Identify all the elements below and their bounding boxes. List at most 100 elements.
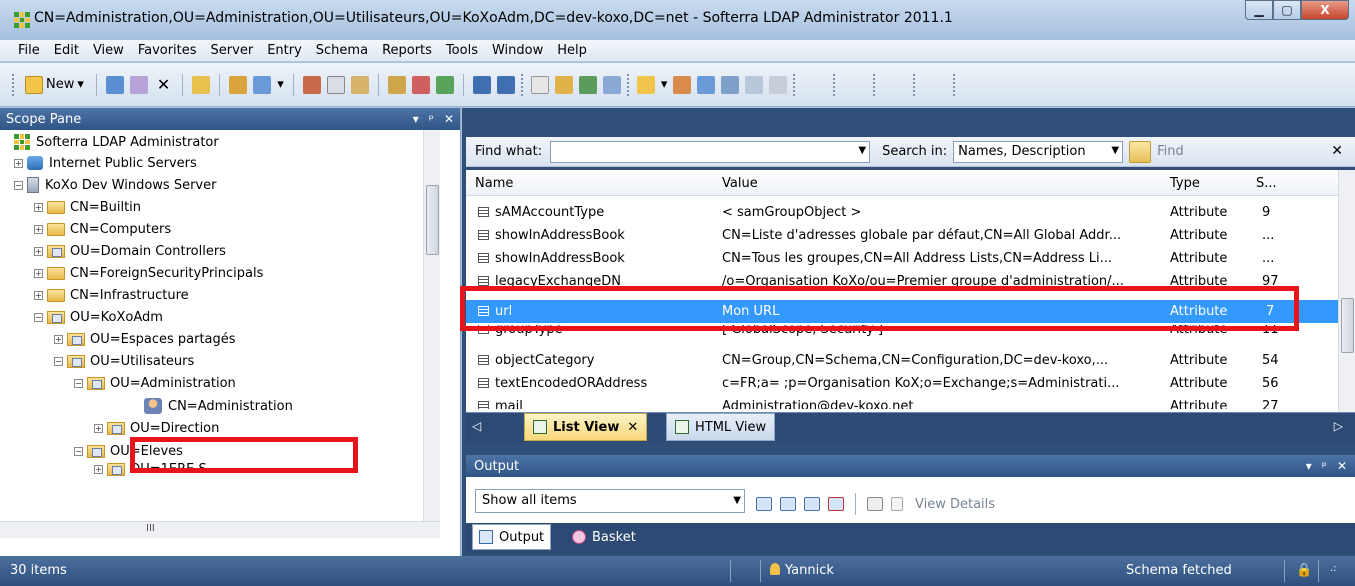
column-name[interactable]: Name bbox=[475, 176, 513, 191]
column-type[interactable]: Type bbox=[1170, 176, 1200, 191]
tree-node-administration-ou[interactable]: − OU=Administration bbox=[74, 372, 236, 394]
settings-icon[interactable] bbox=[387, 75, 406, 94]
output-window-icon[interactable] bbox=[756, 497, 772, 511]
close-icon[interactable]: ✕ bbox=[1331, 143, 1343, 159]
output-export-icon[interactable] bbox=[780, 497, 796, 511]
ldif-icon[interactable] bbox=[554, 75, 573, 94]
paste-icon[interactable] bbox=[350, 75, 369, 94]
table-row[interactable]: objectCategory CN=Group,CN=Schema,CN=Con… bbox=[466, 349, 1338, 372]
tree-horizontal-scrollbar[interactable]: III bbox=[0, 521, 440, 538]
close-icon[interactable]: ✕ bbox=[627, 420, 638, 435]
bookmark-icon[interactable] bbox=[697, 75, 716, 94]
collapse-icon[interactable]: − bbox=[74, 446, 83, 456]
table-row[interactable]: legacyExchangeDN /o=Organisation KoXo/ou… bbox=[466, 270, 1338, 293]
expand-icon[interactable]: + bbox=[34, 224, 43, 234]
scrollbar-thumb[interactable] bbox=[426, 185, 439, 255]
tab-scroll-left-icon[interactable]: ◁ bbox=[472, 419, 481, 433]
find-button[interactable]: Find bbox=[1157, 144, 1184, 159]
expand-icon[interactable]: + bbox=[14, 158, 23, 168]
tab-html-view[interactable]: HTML View bbox=[666, 413, 776, 441]
tree-node-fsp[interactable]: + CN=ForeignSecurityPrincipals bbox=[34, 262, 263, 284]
collapse-icon[interactable]: − bbox=[14, 180, 23, 190]
tree-node-espaces[interactable]: + OU=Espaces partagés bbox=[54, 328, 236, 350]
chevron-down-icon[interactable]: ▼ bbox=[858, 145, 866, 156]
output-filter-select[interactable]: Show all items ▼ bbox=[475, 489, 745, 513]
report-icon[interactable] bbox=[721, 75, 740, 94]
table-row[interactable]: groupType [ GlobalScope, Security ] Attr… bbox=[466, 325, 1338, 342]
chevron-down-icon[interactable]: ▼ bbox=[1111, 145, 1119, 156]
help-icon[interactable] bbox=[472, 75, 491, 94]
menu-file[interactable]: File bbox=[18, 43, 40, 58]
find-input[interactable]: ▼ bbox=[550, 140, 871, 163]
close-icon[interactable]: ✕ bbox=[444, 112, 454, 126]
details-icon[interactable] bbox=[891, 497, 903, 511]
list-vertical-scrollbar[interactable] bbox=[1338, 170, 1355, 412]
pin-icon[interactable]: ᵖ bbox=[429, 112, 434, 126]
close-button[interactable]: X bbox=[1301, 0, 1349, 20]
toolbar-grip[interactable] bbox=[833, 73, 837, 96]
menu-favorites[interactable]: Favorites bbox=[138, 43, 197, 58]
tree-node-partial[interactable]: + OU=1ERE S bbox=[94, 462, 207, 476]
tree-node-eleves[interactable]: − OU=Eleves bbox=[74, 440, 183, 462]
table-row-selected[interactable]: url Mon URL Attribute 7 bbox=[466, 300, 1338, 323]
expand-icon[interactable]: + bbox=[94, 464, 103, 474]
copy-icon[interactable] bbox=[326, 75, 345, 94]
tree-node-server[interactable]: − KoXo Dev Windows Server bbox=[14, 174, 216, 196]
tab-output[interactable]: Output bbox=[472, 524, 552, 550]
resize-grip-icon[interactable]: .: bbox=[1330, 563, 1337, 574]
tab-basket[interactable]: Basket bbox=[566, 524, 642, 550]
tree-node-internet[interactable]: + Internet Public Servers bbox=[14, 152, 197, 174]
toolbar-grip[interactable] bbox=[953, 73, 957, 96]
table-row[interactable]: textEncodedORAddress c=FR;a= ;p=Organisa… bbox=[466, 372, 1338, 395]
expand-icon[interactable]: + bbox=[34, 290, 43, 300]
tree-node-administration-cn[interactable]: CN=Administration bbox=[144, 395, 293, 417]
toolbar-grip[interactable] bbox=[873, 73, 877, 96]
table-row[interactable]: showInAddressBook CN=Liste d'adresses gl… bbox=[466, 224, 1338, 247]
connect-icon[interactable] bbox=[229, 75, 248, 94]
collapse-icon[interactable]: − bbox=[74, 378, 83, 388]
expand-icon[interactable]: + bbox=[34, 268, 43, 278]
column-value[interactable]: Value bbox=[722, 176, 758, 191]
menu-tools[interactable]: Tools bbox=[446, 43, 478, 58]
scrollbar-thumb[interactable] bbox=[1341, 298, 1354, 353]
refresh-icon[interactable] bbox=[435, 75, 454, 94]
menu-server[interactable]: Server bbox=[211, 43, 254, 58]
document-icon[interactable] bbox=[530, 75, 549, 94]
close-icon[interactable]: ✕ bbox=[1337, 459, 1347, 473]
pane-menu-icon[interactable]: ▾ bbox=[1306, 459, 1312, 473]
tree-node-infrastructure[interactable]: + CN=Infrastructure bbox=[34, 284, 189, 306]
menu-schema[interactable]: Schema bbox=[316, 43, 368, 58]
toolbar-grip[interactable] bbox=[12, 73, 16, 96]
toolbar-grip[interactable] bbox=[626, 73, 631, 96]
view-details-button[interactable]: View Details bbox=[915, 497, 995, 512]
properties-icon[interactable] bbox=[105, 75, 124, 94]
collapse-icon[interactable]: − bbox=[34, 312, 43, 322]
folder-icon[interactable] bbox=[636, 75, 655, 94]
expand-icon[interactable]: + bbox=[34, 246, 43, 256]
schema-icon[interactable] bbox=[578, 75, 597, 94]
menu-reports[interactable]: Reports bbox=[382, 43, 432, 58]
tree-node-domain-controllers[interactable]: + OU=Domain Controllers bbox=[34, 240, 226, 262]
expand-icon[interactable]: + bbox=[54, 334, 63, 344]
chevron-down-icon[interactable]: ▾ bbox=[277, 77, 284, 92]
table-row[interactable]: showInAddressBook CN=Tous les groupes,CN… bbox=[466, 247, 1338, 270]
chevron-down-icon[interactable]: ▼ bbox=[733, 495, 741, 506]
tree-node-builtin[interactable]: + CN=Builtin bbox=[34, 196, 141, 218]
disconnect-icon[interactable] bbox=[253, 75, 272, 94]
export-icon[interactable] bbox=[745, 75, 764, 94]
pin-icon[interactable]: ᵖ bbox=[1322, 459, 1327, 473]
tree-node-computers[interactable]: + CN=Computers bbox=[34, 218, 171, 240]
collapse-icon[interactable]: − bbox=[54, 356, 63, 366]
tab-list-view[interactable]: List View ✕ bbox=[524, 413, 648, 441]
rename-icon[interactable] bbox=[129, 75, 148, 94]
menu-window[interactable]: Window bbox=[492, 43, 543, 58]
tree-vertical-scrollbar[interactable] bbox=[423, 130, 440, 521]
user-search-icon[interactable] bbox=[602, 75, 621, 94]
menu-help[interactable]: Help bbox=[557, 43, 587, 58]
table-row[interactable]: mail Administration@dev-koxo.net Attribu… bbox=[466, 395, 1338, 409]
context-help-icon[interactable] bbox=[496, 75, 515, 94]
maximize-button[interactable]: ▢ bbox=[1273, 0, 1301, 20]
output-clear-icon[interactable] bbox=[828, 497, 844, 511]
toolbar-grip[interactable] bbox=[793, 73, 797, 96]
delete-icon[interactable]: ✕ bbox=[154, 73, 173, 97]
